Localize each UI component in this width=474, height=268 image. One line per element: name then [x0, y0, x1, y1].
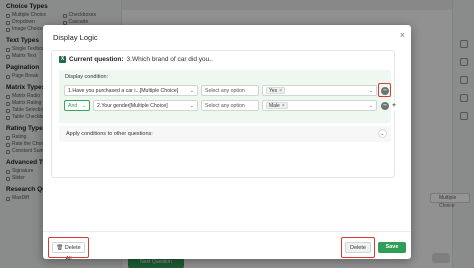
- modal-title: Display Logic: [53, 33, 98, 42]
- option-tag-label: Male: [269, 102, 280, 109]
- chevron-down-icon: ⌄: [81, 103, 86, 109]
- remove-condition-button[interactable]: −: [381, 101, 389, 110]
- logic-panel: X Current question: 3.Which brand of car…: [51, 50, 398, 178]
- add-condition-button[interactable]: +: [390, 101, 398, 110]
- question-select-value: 2.Your gender[Multiple Choice]: [97, 102, 168, 109]
- current-question-value: 3.Which brand of car did you..: [126, 56, 213, 63]
- excel-icon: X: [59, 56, 66, 63]
- modal-footer: 🗑 Delete All Delete Save: [43, 231, 411, 262]
- current-question-label: Current question:: [69, 56, 124, 63]
- display-condition-box: Display condition: 1.Have you purchased …: [59, 70, 398, 123]
- apply-conditions-label: Apply conditions to other questions:: [66, 131, 153, 137]
- remove-tag-icon[interactable]: ×: [282, 103, 285, 109]
- display-condition-title: Display condition:: [65, 74, 109, 80]
- connector-select[interactable]: And ⌄: [64, 100, 90, 111]
- chevron-down-icon: ⌄: [368, 88, 373, 94]
- operator-select-value: Select any option: [205, 87, 245, 94]
- chevron-down-icon: ⌄: [368, 103, 373, 109]
- chevron-down-icon: ⌄: [189, 88, 194, 94]
- option-tag-label: Yes: [269, 87, 278, 94]
- option-tag: Male ×: [266, 102, 288, 109]
- question-select-value: 1.Have you purchased a car i...[Multiple…: [68, 87, 179, 94]
- operator-select[interactable]: Select any option: [201, 100, 259, 111]
- close-icon[interactable]: ×: [400, 30, 405, 40]
- highlight-box: [341, 237, 375, 258]
- save-button[interactable]: Save: [378, 242, 406, 253]
- current-question: X Current question: 3.Which brand of car…: [59, 56, 213, 63]
- option-select[interactable]: Yes × ⌄: [262, 85, 377, 96]
- option-tag: Yes ×: [266, 87, 286, 94]
- highlight-box: [48, 237, 89, 258]
- question-select[interactable]: 2.Your gender[Multiple Choice] ⌄: [93, 100, 198, 111]
- chevron-down-icon: ⌄: [189, 103, 194, 109]
- operator-select-value: Select any option: [205, 102, 245, 109]
- option-select[interactable]: Male × ⌄: [262, 100, 377, 111]
- question-select[interactable]: 1.Have you purchased a car i...[Multiple…: [64, 85, 198, 96]
- highlight-box: [378, 83, 391, 97]
- operator-select[interactable]: Select any option: [201, 85, 259, 96]
- chevron-down-icon[interactable]: ⌄: [378, 129, 387, 138]
- display-logic-modal: Display Logic × X Current question: 3.Wh…: [43, 25, 411, 262]
- remove-tag-icon[interactable]: ×: [279, 88, 282, 94]
- apply-conditions-row[interactable]: Apply conditions to other questions: ⌄: [59, 126, 391, 142]
- connector-select-value: And: [68, 102, 78, 109]
